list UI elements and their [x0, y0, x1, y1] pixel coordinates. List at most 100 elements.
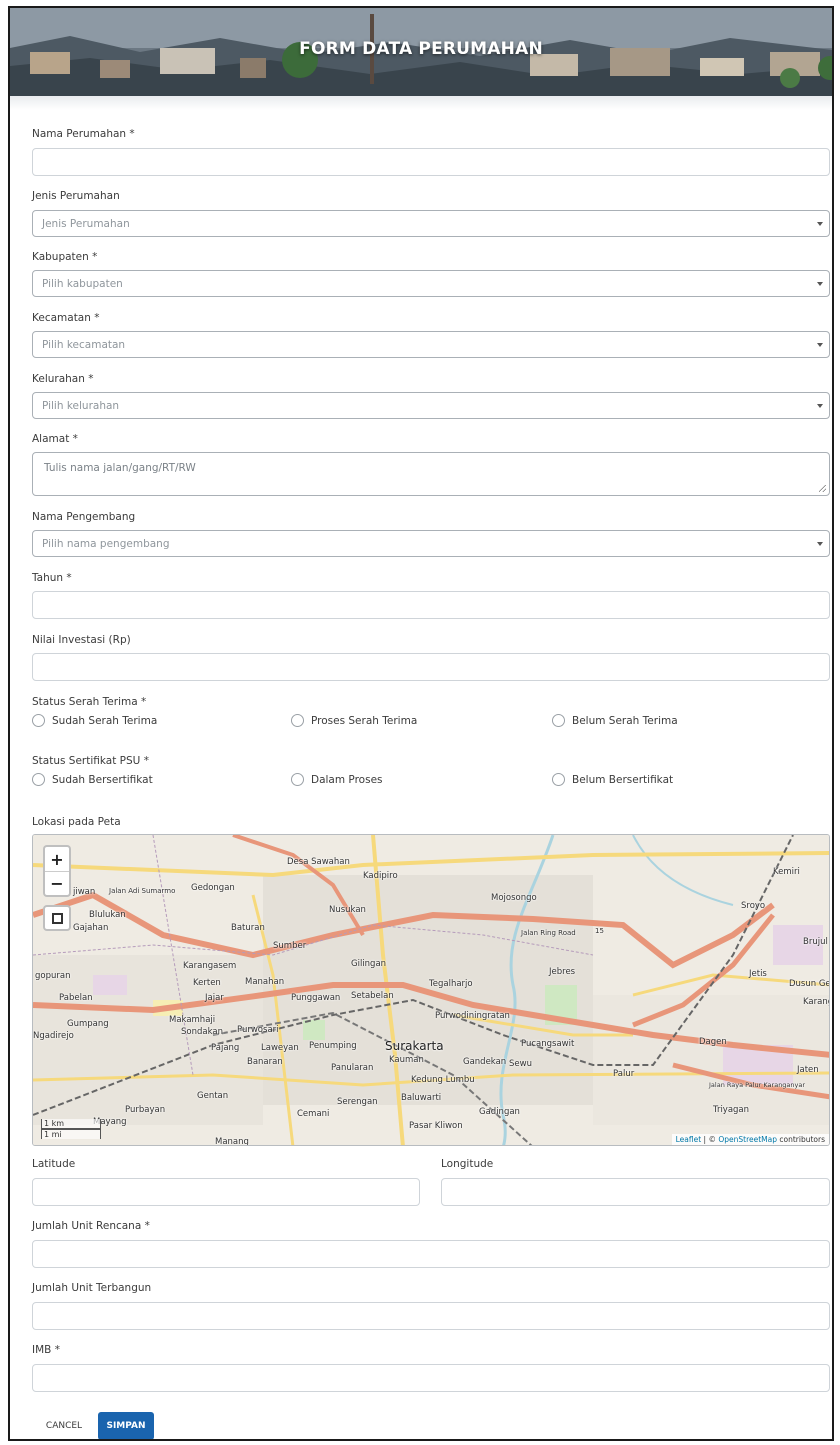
chevron-down-icon — [817, 222, 823, 226]
zoom-out-button[interactable]: − — [45, 871, 69, 895]
radio-label: Belum Bersertifikat — [572, 773, 674, 786]
map-place-label: Kemiri — [773, 867, 800, 877]
map-city-label: Surakarta — [385, 1039, 444, 1053]
map-place-label: Ngadirejo — [33, 1031, 74, 1041]
cancel-button[interactable]: CANCEL — [32, 1412, 96, 1439]
map-place-label: Mojosongo — [491, 893, 537, 903]
kelurahan-label: Kelurahan * — [32, 373, 94, 385]
chevron-down-icon — [817, 542, 823, 546]
page-title: FORM DATA PERUMAHAN — [299, 39, 543, 59]
kecamatan-label: Kecamatan * — [32, 312, 100, 324]
radio-circle[interactable] — [552, 773, 565, 786]
map-place-label: Serengan — [337, 1097, 378, 1107]
kecamatan-select[interactable]: Pilih kecamatan — [32, 331, 830, 358]
map-place-label: Desa Sawahan — [287, 857, 350, 867]
map-place-label: Blulukan — [89, 910, 126, 920]
map-place-label: Kadipiro — [363, 871, 398, 881]
header-banner: FORM DATA PERUMAHAN — [10, 8, 832, 96]
status-sertifikat-label: Status Sertifikat PSU * — [32, 755, 149, 767]
radio-proses-serah-terima[interactable]: Proses Serah Terima — [291, 714, 417, 727]
map-road-label: Jalan Ring Road — [521, 929, 576, 937]
radio-belum-bersertifikat[interactable]: Belum Bersertifikat — [552, 773, 673, 786]
radio-circle[interactable] — [552, 714, 565, 727]
map-place-label: Sumber — [273, 941, 307, 951]
radio-circle[interactable] — [32, 773, 45, 786]
map-place-label: Dagen — [699, 1037, 727, 1047]
radio-circle[interactable] — [32, 714, 45, 727]
map-place-label: Laweyan — [261, 1043, 299, 1053]
map-place-label: Penumping — [309, 1041, 357, 1051]
radio-label: Sudah Bersertifikat — [52, 773, 153, 786]
attribution-separator: | © — [701, 1135, 719, 1144]
scale-km: 1 km — [41, 1119, 101, 1129]
kecamatan-placeholder: Pilih kecamatan — [42, 339, 126, 351]
jumlah-unit-rencana-label: Jumlah Unit Rencana * — [32, 1220, 150, 1232]
resize-handle-icon[interactable] — [819, 485, 826, 492]
map-place-label: Panularan — [331, 1063, 374, 1073]
attribution-suffix: contributors — [777, 1135, 825, 1144]
radio-label: Sudah Serah Terima — [52, 714, 158, 727]
jenis-perumahan-label: Jenis Perumahan — [32, 190, 120, 202]
alamat-placeholder: Tulis nama jalan/gang/RT/RW — [44, 462, 196, 474]
nama-pengembang-label: Nama Pengembang — [32, 511, 136, 523]
radio-dalam-proses[interactable]: Dalam Proses — [291, 773, 383, 786]
map-place-label: Pajang — [211, 1043, 240, 1053]
chevron-down-icon — [817, 282, 823, 286]
radio-sudah-bersertifikat[interactable]: Sudah Bersertifikat — [32, 773, 153, 786]
longitude-label: Longitude — [441, 1158, 494, 1170]
map-place-label: Gedongan — [191, 883, 235, 893]
map-attribution: Leaflet | © OpenStreetMap contributors — [671, 1134, 829, 1145]
jumlah-unit-rencana-input[interactable] — [32, 1240, 830, 1268]
jenis-perumahan-select[interactable]: Jenis Perumahan — [32, 210, 830, 237]
nama-perumahan-input[interactable] — [32, 148, 830, 176]
save-button[interactable]: SIMPAN — [98, 1412, 154, 1439]
map-place-label: jiwan — [73, 887, 96, 897]
zoom-in-button[interactable]: + — [45, 847, 69, 871]
longitude-input[interactable] — [441, 1178, 830, 1206]
map-place-label: Jebres — [549, 967, 576, 977]
map-place-label: Purwodiningratan — [435, 1011, 510, 1021]
jenis-perumahan-placeholder: Jenis Perumahan — [42, 218, 130, 230]
fullscreen-icon — [51, 912, 63, 924]
map-place-label: Setabelan — [351, 991, 394, 1001]
map-place-label: Pucangsawit — [521, 1039, 575, 1049]
map-place-label: Pasar Kliwon — [409, 1121, 463, 1131]
map-place-label: Baturan — [231, 923, 265, 933]
map-place-label: Jetis — [749, 969, 767, 979]
jumlah-unit-terbangun-label: Jumlah Unit Terbangun — [32, 1282, 152, 1294]
jumlah-unit-terbangun-input[interactable] — [32, 1302, 830, 1330]
radio-label: Proses Serah Terima — [311, 714, 418, 727]
nama-pengembang-select[interactable]: Pilih nama pengembang — [32, 530, 830, 557]
nilai-investasi-input[interactable] — [32, 653, 830, 681]
map-place-label: Punggawan — [291, 993, 341, 1003]
location-map[interactable]: Desa Sawahan Kadipiro Gedongan jiwan Jal… — [32, 834, 830, 1146]
fullscreen-button[interactable] — [43, 905, 71, 931]
leaflet-link[interactable]: Leaflet — [676, 1135, 702, 1144]
map-place-label: gopuran — [35, 971, 71, 981]
map-place-label: Gentan — [197, 1091, 229, 1101]
kabupaten-select[interactable]: Pilih kabupaten — [32, 270, 830, 297]
nama-pengembang-placeholder: Pilih nama pengembang — [42, 538, 170, 550]
map-place-label: Jaten — [797, 1065, 819, 1075]
alamat-textarea[interactable]: Tulis nama jalan/gang/RT/RW — [32, 452, 830, 496]
map-place-label: Baluwarti — [401, 1093, 442, 1103]
map-place-label: Dusun Gen — [789, 979, 829, 989]
map-place-label: Pabelan — [59, 993, 93, 1003]
tahun-label: Tahun * — [32, 572, 72, 584]
banner-divider — [10, 96, 832, 110]
imb-input[interactable] — [32, 1364, 830, 1392]
map-place-label: Tegalharjo — [429, 979, 473, 989]
osm-link[interactable]: OpenStreetMap — [718, 1135, 777, 1144]
latitude-input[interactable] — [32, 1178, 420, 1206]
map-place-label: Karangasem — [183, 961, 237, 971]
radio-belum-serah-terima[interactable]: Belum Serah Terima — [552, 714, 678, 727]
radio-sudah-serah-terima[interactable]: Sudah Serah Terima — [32, 714, 157, 727]
map-place-label: Karangr — [803, 997, 829, 1007]
kelurahan-select[interactable]: Pilih kelurahan — [32, 392, 830, 419]
radio-circle[interactable] — [291, 773, 304, 786]
map-place-label: Gajahan — [73, 923, 109, 933]
radio-circle[interactable] — [291, 714, 304, 727]
map-place-label: Gilingan — [351, 959, 387, 969]
tahun-input[interactable] — [32, 591, 830, 619]
map-place-label: Kauman — [389, 1055, 424, 1065]
